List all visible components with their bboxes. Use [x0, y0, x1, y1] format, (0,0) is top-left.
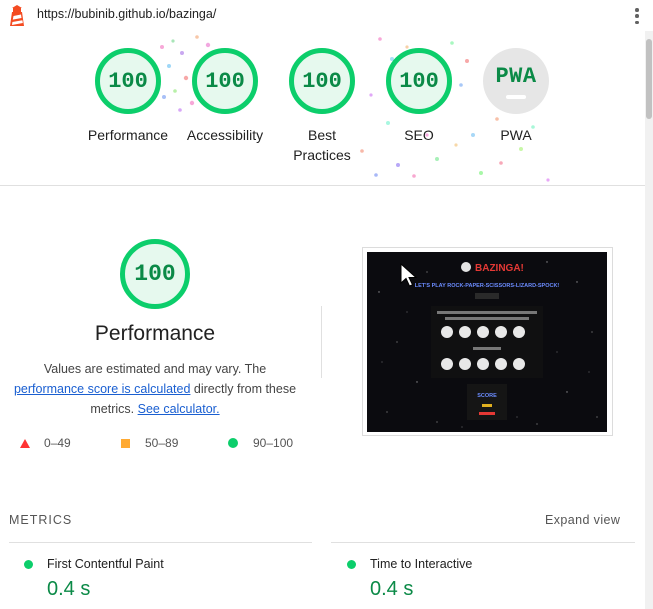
legend-fail: 0–49 — [20, 436, 71, 450]
legend-average: 50–89 — [121, 436, 178, 450]
pwa-badge-icon: PWA — [483, 48, 549, 114]
lighthouse-logo-icon — [10, 5, 24, 26]
page-url[interactable]: https://bubinib.github.io/bazinga/ — [37, 7, 216, 21]
summary-best-practices[interactable]: 100 Best Practices — [267, 48, 377, 165]
metrics-rule-right — [331, 542, 635, 543]
section-divider — [0, 185, 645, 186]
performance-score-gauge: 100 — [120, 239, 190, 309]
mouse-cursor-icon — [400, 263, 418, 287]
metric-value: 0.4 s — [47, 578, 91, 600]
thumbnail-score-label: SCORE — [477, 393, 497, 399]
final-screenshot[interactable]: BAZINGA! LET'S PLAY ROCK-PAPER-SCISSORS-… — [362, 247, 613, 436]
gauge-label: Performance — [87, 127, 169, 143]
pass-circle-icon — [24, 560, 33, 569]
more-options-icon[interactable] — [632, 6, 642, 26]
metrics-header: METRICS — [9, 513, 73, 527]
gauge-label: PWA — [500, 127, 532, 143]
square-icon — [121, 438, 130, 448]
score-gauge: 100 — [95, 48, 161, 114]
gauge-label: SEO — [404, 127, 434, 143]
score-gauge: 100 — [289, 48, 355, 114]
vertical-divider — [321, 306, 322, 378]
metrics-rule-left — [9, 542, 312, 543]
metric-name: First Contentful Paint — [47, 557, 164, 571]
score-calculated-link[interactable]: performance score is calculated — [14, 382, 190, 396]
summary-seo[interactable]: 100 SEO — [364, 48, 474, 145]
thumbnail-heading: BAZINGA! — [475, 263, 524, 274]
expand-view-button[interactable]: Expand view — [545, 513, 620, 527]
url-bar: https://bubinib.github.io/bazinga/ — [0, 0, 653, 31]
summary-performance[interactable]: 100 Performance — [73, 48, 183, 145]
see-calculator-link[interactable]: See calculator. — [138, 402, 220, 416]
thumbnail-subtitle: LET'S PLAY ROCK-PAPER-SCISSORS-LIZARD-SP… — [415, 283, 560, 289]
summary-pwa[interactable]: PWA PWA — [461, 48, 571, 145]
score-gauge: 100 — [386, 48, 452, 114]
scrollbar-thumb[interactable] — [646, 39, 652, 119]
summary-accessibility[interactable]: 100 Accessibility — [170, 48, 280, 145]
circle-icon — [228, 438, 238, 448]
metric-value: 0.4 s — [370, 578, 414, 600]
gauge-label: Accessibility — [186, 127, 264, 143]
legend-pass: 90–100 — [228, 436, 293, 450]
pass-circle-icon — [347, 560, 356, 569]
score-gauge: 100 — [192, 48, 258, 114]
scrollbar[interactable] — [645, 31, 653, 609]
triangle-icon — [20, 438, 30, 448]
performance-title: Performance — [94, 322, 216, 345]
metric-name: Time to Interactive — [370, 557, 473, 571]
screenshot-image: BAZINGA! LET'S PLAY ROCK-PAPER-SCISSORS-… — [367, 252, 607, 432]
gauge-label: Best Practices — [293, 127, 351, 163]
performance-description: Values are estimated and may vary. The p… — [13, 362, 297, 416]
